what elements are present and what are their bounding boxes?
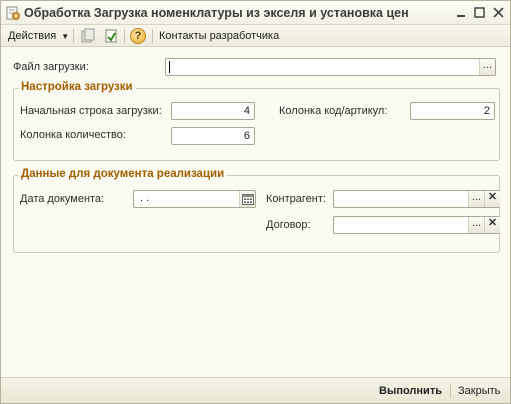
- counterparty-input[interactable]: ... ✕: [333, 190, 500, 208]
- close-form-button[interactable]: Закрыть: [458, 383, 500, 399]
- calendar-icon: [241, 194, 254, 205]
- dropdown-arrow-icon: ▼: [61, 32, 70, 41]
- title-bar: Обработка Загрузка номенклатуры из эксел…: [1, 1, 510, 25]
- quantity-column-label: Колонка количество:: [20, 129, 126, 141]
- document-date-input[interactable]: . .: [133, 190, 256, 208]
- minimize-button[interactable]: [453, 4, 470, 21]
- code-column-label: Колонка код/артикул:: [279, 105, 388, 117]
- restore-values-icon[interactable]: [103, 28, 119, 44]
- help-icon[interactable]: ?: [130, 28, 146, 44]
- contract-clear-button[interactable]: ✕: [484, 217, 500, 233]
- document-group: [13, 175, 500, 253]
- maximize-icon: [474, 7, 485, 18]
- toolbar: Действия ▼ ? Контакты разработчика: [1, 25, 510, 47]
- file-select-button[interactable]: ...: [479, 59, 495, 75]
- counterparty-clear-button[interactable]: ✕: [484, 191, 500, 207]
- run-button[interactable]: Выполнить: [379, 383, 442, 399]
- actions-menu-label: Действия: [8, 30, 57, 42]
- counterparty-label: Контрагент:: [266, 193, 326, 205]
- processing-icon: [6, 6, 20, 20]
- save-values-icon[interactable]: [80, 28, 96, 44]
- footer-bar: Выполнить Закрыть: [1, 377, 510, 403]
- counterparty-select-button[interactable]: ...: [468, 191, 484, 207]
- file-label: Файл загрузки:: [13, 61, 89, 73]
- contract-input[interactable]: ... ✕: [333, 216, 500, 234]
- toolbar-separator: [73, 29, 74, 43]
- toolbar-separator: [124, 29, 125, 43]
- settings-group-title: Настройка загрузки: [18, 81, 136, 93]
- start-row-input[interactable]: 4: [171, 102, 255, 120]
- maximize-button[interactable]: [471, 4, 488, 21]
- window-title: Обработка Загрузка номенклатуры из эксел…: [24, 6, 409, 20]
- help-glyph: ?: [134, 30, 142, 42]
- settings-group: [13, 88, 500, 161]
- contract-label: Договор:: [266, 219, 311, 231]
- code-column-input[interactable]: 2: [410, 102, 495, 120]
- toolbar-separator: [152, 29, 153, 43]
- quantity-column-input[interactable]: 6: [171, 127, 255, 145]
- actions-menu[interactable]: Действия ▼: [8, 28, 69, 44]
- start-row-label: Начальная строка загрузки:: [20, 105, 162, 117]
- close-icon: [493, 7, 504, 18]
- calendar-button[interactable]: [239, 191, 255, 207]
- developer-contacts-button[interactable]: Контакты разработчика: [159, 28, 279, 44]
- text-cursor: [169, 61, 170, 73]
- file-input[interactable]: ...: [165, 58, 496, 76]
- contract-select-button[interactable]: ...: [468, 217, 484, 233]
- document-group-title: Данные для документа реализации: [18, 168, 228, 180]
- dialog-window: Обработка Загрузка номенклатуры из эксел…: [0, 0, 511, 404]
- footer-separator: [450, 384, 451, 398]
- document-date-value: . .: [140, 192, 150, 204]
- minimize-icon: [457, 15, 465, 17]
- close-button[interactable]: [490, 4, 507, 21]
- document-date-label: Дата документа:: [20, 193, 105, 205]
